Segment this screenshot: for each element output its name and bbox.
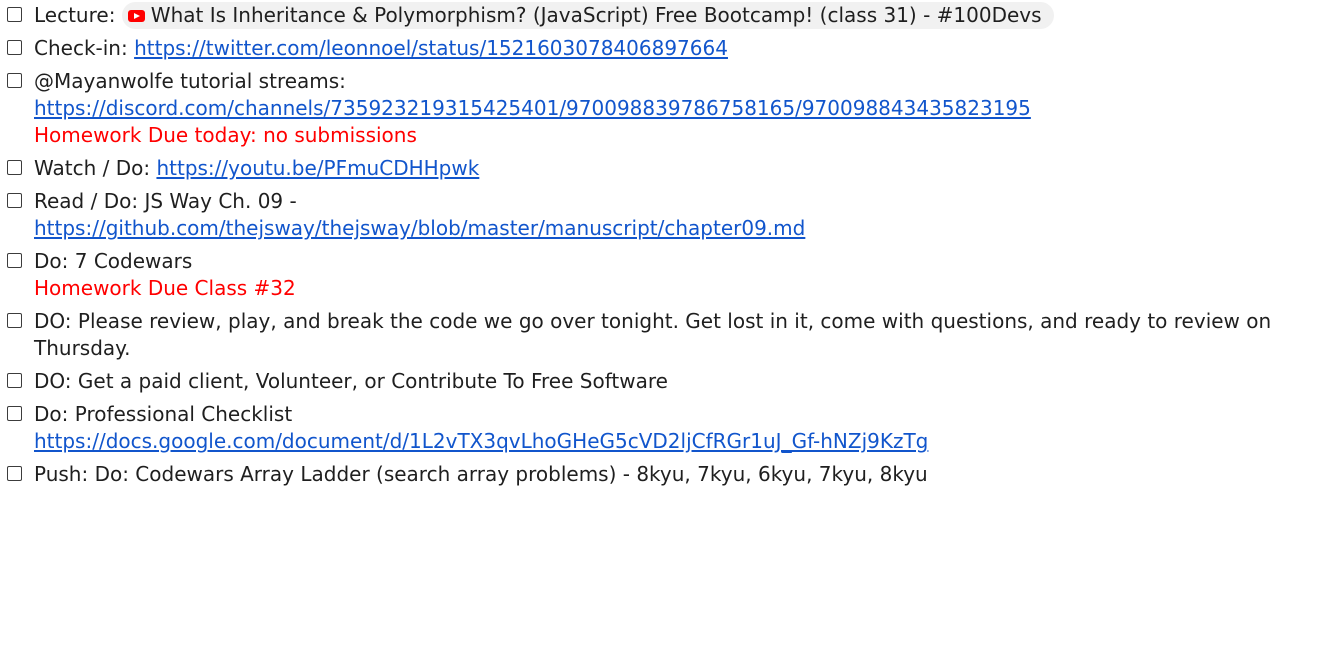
item-label: Push: Do: Codewars Array Ladder (search … — [34, 462, 928, 486]
checkbox[interactable] — [7, 253, 22, 268]
item-label: Watch / Do: — [34, 156, 157, 180]
checkbox[interactable] — [7, 73, 22, 88]
item-content: Do: 7 Codewars Homework Due Class #32 — [34, 248, 1313, 302]
checklist: Lecture: What Is Inheritance & Polymorph… — [7, 2, 1313, 494]
item-label: Do: Professional Checklist — [34, 402, 293, 426]
checklist-item-paid-client: DO: Get a paid client, Volunteer, or Con… — [7, 368, 1313, 395]
github-link[interactable]: https://github.com/thejsway/thejsway/blo… — [34, 215, 1313, 242]
checklist-item-lecture: Lecture: What Is Inheritance & Polymorph… — [7, 2, 1313, 29]
item-label: Check-in: — [34, 36, 135, 60]
item-content: DO: Get a paid client, Volunteer, or Con… — [34, 368, 1313, 395]
checklist-item-professional-checklist: Do: Professional Checklist https://docs.… — [7, 401, 1313, 455]
item-label: Read / Do: JS Way Ch. 09 - — [34, 189, 297, 213]
homework-due-note: Homework Due today: no submissions — [34, 123, 417, 147]
youtube-link[interactable]: https://youtu.be/PFmuCDHHpwk — [156, 156, 479, 180]
checkbox[interactable] — [7, 40, 22, 55]
google-doc-link[interactable]: https://docs.google.com/document/d/1L2vT… — [34, 428, 1313, 455]
checkbox[interactable] — [7, 7, 22, 22]
checkbox[interactable] — [7, 193, 22, 208]
checklist-item-review-code: DO: Please review, play, and break the c… — [7, 308, 1313, 362]
item-content: DO: Please review, play, and break the c… — [34, 308, 1313, 362]
checkbox[interactable] — [7, 406, 22, 421]
item-content: Read / Do: JS Way Ch. 09 - https://githu… — [34, 188, 1313, 242]
item-label: DO: Please review, play, and break the c… — [34, 309, 1272, 360]
youtube-smart-chip[interactable]: What Is Inheritance & Polymorphism? (Jav… — [121, 2, 1054, 29]
checkbox[interactable] — [7, 373, 22, 388]
homework-due-note: Homework Due Class #32 — [34, 276, 296, 300]
checklist-item-watch: Watch / Do: https://youtu.be/PFmuCDHHpwk — [7, 155, 1313, 182]
checklist-item-read: Read / Do: JS Way Ch. 09 - https://githu… — [7, 188, 1313, 242]
chip-title: What Is Inheritance & Polymorphism? (Jav… — [150, 3, 1042, 27]
checkbox[interactable] — [7, 466, 22, 481]
item-content: Do: Professional Checklist https://docs.… — [34, 401, 1313, 455]
item-label: Lecture: — [34, 3, 122, 27]
item-content: Lecture: What Is Inheritance & Polymorph… — [34, 2, 1313, 29]
checklist-item-codewars: Do: 7 Codewars Homework Due Class #32 — [7, 248, 1313, 302]
item-label: @Mayanwolfe tutorial streams: — [34, 69, 346, 93]
checklist-item-tutorial-streams: @Mayanwolfe tutorial streams: https://di… — [7, 68, 1313, 149]
discord-link[interactable]: https://discord.com/channels/73592321931… — [34, 95, 1313, 122]
item-content: Watch / Do: https://youtu.be/PFmuCDHHpwk — [34, 155, 1313, 182]
check-in-link[interactable]: https://twitter.com/leonnoel/status/1521… — [134, 36, 728, 60]
item-label: DO: Get a paid client, Volunteer, or Con… — [34, 369, 668, 393]
checkbox[interactable] — [7, 160, 22, 175]
checklist-item-array-ladder: Push: Do: Codewars Array Ladder (search … — [7, 461, 1313, 488]
checklist-item-check-in: Check-in: https://twitter.com/leonnoel/s… — [7, 35, 1313, 62]
youtube-icon — [127, 9, 145, 22]
item-content: Push: Do: Codewars Array Ladder (search … — [34, 461, 1313, 488]
item-content: @Mayanwolfe tutorial streams: https://di… — [34, 68, 1313, 149]
checkbox[interactable] — [7, 313, 22, 328]
item-content: Check-in: https://twitter.com/leonnoel/s… — [34, 35, 1313, 62]
item-label: Do: 7 Codewars — [34, 249, 193, 273]
